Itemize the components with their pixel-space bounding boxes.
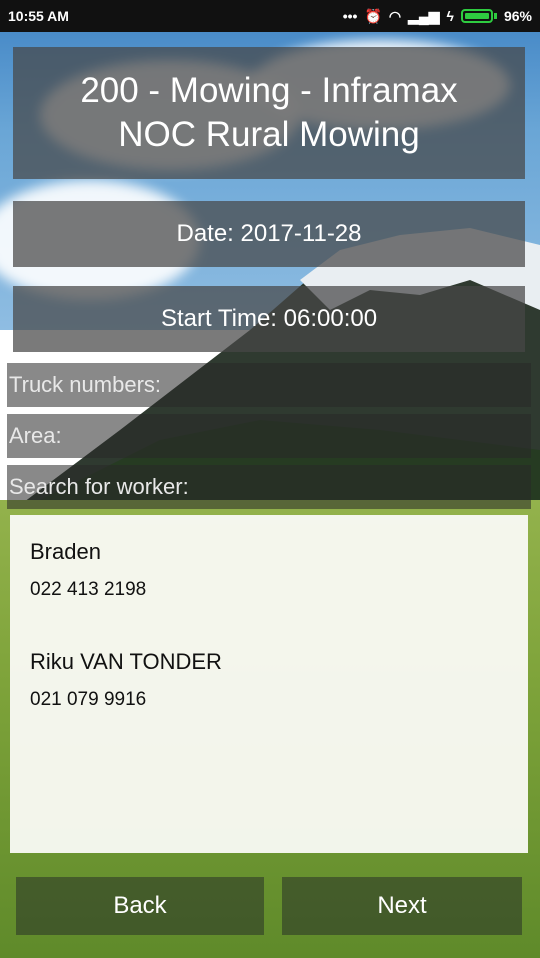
- page-title: 200 - Mowing - Inframax NOC Rural Mowing: [13, 47, 525, 179]
- worker-item-braden[interactable]: Braden 022 413 2198: [30, 539, 146, 601]
- status-bar: 10:55 AM ••• ⏰ ◠ ▂▄▆ ϟ 96%: [0, 0, 540, 32]
- worker-name: Braden: [30, 539, 101, 564]
- worker-name: Riku VAN TONDER: [30, 649, 222, 674]
- status-time: 10:55 AM: [8, 8, 69, 24]
- battery-icon: [460, 9, 493, 23]
- search-worker-input[interactable]: [7, 465, 531, 509]
- signal-icon: ▂▄▆: [408, 7, 440, 24]
- truck-numbers-input[interactable]: [7, 363, 531, 407]
- battery-percent: 96%: [503, 8, 532, 24]
- worker-list[interactable]: Braden 022 413 2198 Riku VAN TONDER 021 …: [10, 515, 528, 853]
- title-line-2: NOC Rural Mowing: [118, 115, 420, 154]
- wifi-icon: ◠: [388, 7, 402, 24]
- worker-phone: 022 413 2198: [30, 579, 147, 600]
- worker-phone: 021 079 9916: [30, 689, 147, 710]
- date-button[interactable]: Date: 2017-11-28: [13, 201, 525, 267]
- alarm-icon: ⏰: [364, 7, 382, 24]
- charging-icon: ϟ: [446, 8, 454, 24]
- title-line-1: 200 - Mowing - Inframax: [80, 71, 458, 110]
- area-input[interactable]: [7, 414, 531, 458]
- status-icons: ••• ⏰ ◠ ▂▄▆ ϟ 96%: [343, 8, 532, 25]
- worker-item-riku-van-tonder[interactable]: Riku VAN TONDER 021 079 9916: [30, 649, 222, 711]
- more-icon: •••: [342, 8, 358, 24]
- next-button[interactable]: Next: [282, 877, 522, 935]
- battery-tip: [493, 13, 497, 19]
- back-button[interactable]: Back: [16, 877, 264, 935]
- start-time-button[interactable]: Start Time: 06:00:00: [13, 286, 525, 352]
